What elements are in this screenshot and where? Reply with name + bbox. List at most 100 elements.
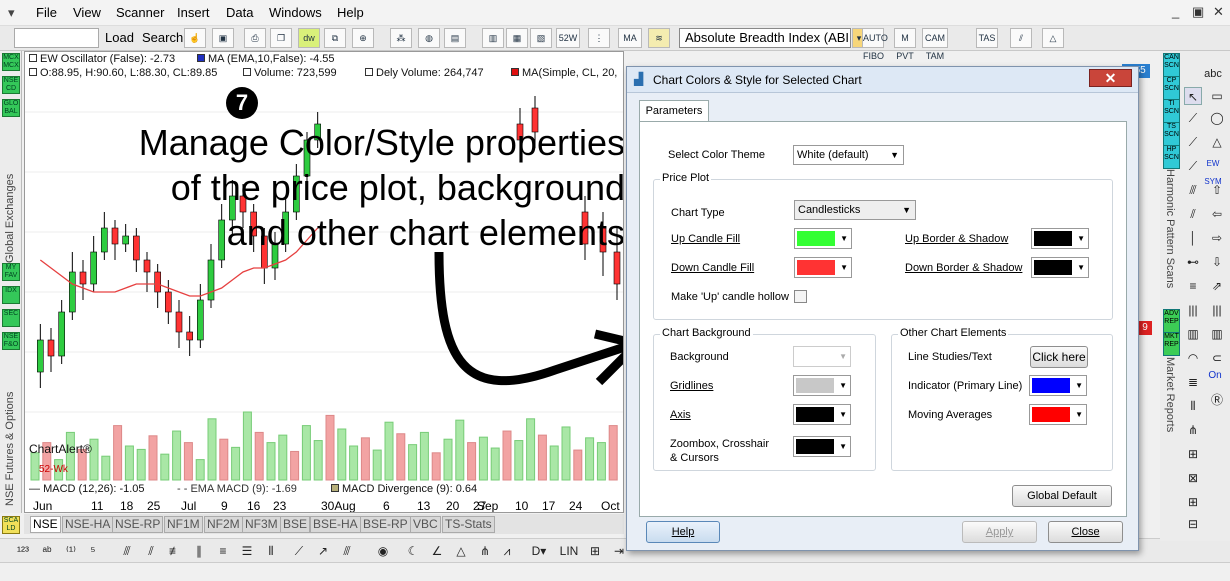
count-123-icon[interactable]: ¹²³: [14, 542, 32, 560]
ma-button[interactable]: MA: [618, 28, 642, 48]
pitchfork-icon[interactable]: ⫽: [1010, 28, 1032, 48]
menu-file[interactable]: File: [36, 5, 57, 20]
bars-2-icon[interactable]: |||: [1208, 301, 1226, 319]
zoombox-picker[interactable]: ▼: [793, 436, 851, 457]
menu-data[interactable]: Data: [226, 5, 253, 20]
lin-tool-icon[interactable]: LIN: [558, 542, 580, 560]
52wk-hilo-button[interactable]: 52W Hi/Lo: [556, 28, 580, 61]
gridlines-picker[interactable]: ▼: [793, 375, 851, 396]
tab-vbc[interactable]: VBC: [410, 516, 441, 533]
adv-rep-button[interactable]: ADV REP: [1163, 309, 1180, 333]
minimize-icon[interactable]: _: [1172, 4, 1179, 19]
auto-fibo-button[interactable]: AUTO FIBO: [862, 28, 888, 61]
arrow-down-icon[interactable]: ⇩: [1208, 253, 1226, 271]
grid-lines-icon[interactable]: ≡: [1184, 277, 1202, 295]
line-tool-icon[interactable]: ⟋: [290, 542, 308, 560]
horizontal-line-icon[interactable]: ⊷: [1184, 253, 1202, 271]
axis-picker[interactable]: ▼: [793, 404, 851, 425]
tas-button[interactable]: TAS: [976, 28, 998, 48]
down-border-picker[interactable]: ▼: [1031, 257, 1089, 278]
triangle-icon[interactable]: △: [452, 542, 470, 560]
scald-button[interactable]: SCA LD: [2, 516, 20, 534]
can-scn-button[interactable]: CAN SCN: [1163, 53, 1180, 77]
symbol-input[interactable]: [14, 28, 99, 48]
load-button[interactable]: Load: [105, 30, 134, 45]
ohlc-icon[interactable]: ▧: [530, 28, 552, 48]
theme-select[interactable]: White (default) ▼: [793, 145, 904, 165]
angle-icon[interactable]: ∠: [428, 542, 446, 560]
tab-nf3m[interactable]: NF3M: [242, 516, 281, 533]
ti-scn-button[interactable]: TI SCN: [1163, 99, 1180, 123]
dialog-close-icon[interactable]: ✕: [1089, 69, 1132, 87]
trendline-2-icon[interactable]: ⟋: [1184, 133, 1202, 151]
global-default-button[interactable]: Global Default: [1012, 485, 1112, 507]
fib-time-icon[interactable]: ⦀: [262, 542, 280, 560]
select-cursor-icon[interactable]: ↖: [1184, 87, 1202, 105]
trendline-3-icon[interactable]: ⟋: [1184, 157, 1202, 175]
my-fav-button[interactable]: MY FAV: [2, 263, 20, 281]
vertical-line-icon[interactable]: │: [1184, 229, 1202, 247]
dw-icon[interactable]: dw: [298, 28, 320, 48]
mcx-button[interactable]: MCX MCX: [2, 53, 20, 71]
abc-pattern-icon[interactable]: ⩘: [498, 542, 516, 560]
bars-3-icon[interactable]: ▥: [1184, 325, 1202, 343]
copy-icon[interactable]: ❐: [270, 28, 292, 48]
chart-add-icon[interactable]: ⧉: [324, 28, 346, 48]
channel-draw-icon[interactable]: ⫽: [1184, 205, 1202, 223]
indicator-line-picker[interactable]: ▼: [1029, 375, 1087, 396]
bars-icon[interactable]: |||: [1184, 301, 1202, 319]
moving-averages-picker[interactable]: ▼: [1029, 404, 1087, 425]
grid-draw-3-icon[interactable]: ⊞: [1184, 493, 1202, 511]
global-button[interactable]: GLO BAL: [2, 99, 20, 117]
save-icon[interactable]: ▣: [212, 28, 234, 48]
nse-fo-button[interactable]: NSE F&O: [2, 332, 20, 350]
bar-chart-icon[interactable]: ▥: [482, 28, 504, 48]
price-chart[interactable]: EW Oscillator (False): -2.73 MA (EMA,10,…: [24, 51, 624, 513]
menu-windows[interactable]: Windows: [269, 5, 322, 20]
tab-bse-rp[interactable]: BSE-RP: [360, 516, 411, 533]
rectangle-icon[interactable]: ▭: [1208, 87, 1226, 105]
triangle-draw-icon[interactable]: △: [1208, 133, 1226, 151]
pointer-tool-icon[interactable]: ☝: [184, 28, 206, 48]
record-icon[interactable]: ◉: [374, 542, 392, 560]
grid-draw-4-icon[interactable]: ⊟: [1184, 515, 1202, 533]
tab-parameters[interactable]: Parameters: [639, 100, 709, 122]
up-border-picker[interactable]: ▼: [1031, 228, 1089, 249]
wave-label-2-icon[interactable]: ⁵: [84, 542, 102, 560]
fib-retracement-icon[interactable]: ≡: [214, 542, 232, 560]
tab-bse-ha[interactable]: BSE-HA: [310, 516, 361, 533]
envelope-icon[interactable]: ≋: [648, 28, 670, 48]
menu-view[interactable]: View: [73, 5, 101, 20]
grid-tool-icon[interactable]: ⊞: [586, 542, 604, 560]
tab-nse-rp[interactable]: NSE-RP: [112, 516, 164, 533]
tab-ts-stats[interactable]: TS-Stats: [442, 516, 495, 533]
trendline-icon[interactable]: ⟋: [1184, 109, 1202, 127]
parallel-lines-icon[interactable]: ∥: [190, 542, 208, 560]
indicator-select[interactable]: Absolute Breadth Index (ABI: [679, 28, 851, 48]
fan-draw-icon[interactable]: ⫻: [1184, 181, 1202, 199]
sec-button[interactable]: SEC: [2, 309, 20, 327]
arrow-ne-icon[interactable]: ⇗: [1208, 277, 1226, 295]
text-tool-icon[interactable]: abc: [1204, 65, 1222, 83]
fib-time-2-icon[interactable]: ⦀: [1184, 397, 1202, 415]
cp-scn-button[interactable]: CP SCN: [1163, 76, 1180, 100]
hollow-checkbox[interactable]: [794, 290, 807, 303]
ts-scn-button[interactable]: TS SCN: [1163, 122, 1180, 146]
mkt-rep-button[interactable]: MKT REP: [1163, 332, 1180, 356]
idx-button[interactable]: IDX: [2, 286, 20, 304]
dialog-title-bar[interactable]: ▟ Chart Colors & Style for Selected Char…: [627, 67, 1138, 93]
pattern-icon[interactable]: ⁂: [390, 28, 412, 48]
grid-draw-icon[interactable]: ⊞: [1184, 445, 1202, 463]
pitchfork-2-icon[interactable]: ⋔: [476, 542, 494, 560]
grid-draw-2-icon[interactable]: ⊠: [1184, 469, 1202, 487]
arc-draw-icon[interactable]: ◠: [1184, 349, 1202, 367]
chart-type-select[interactable]: Candlesticks ▼: [794, 200, 916, 220]
triangle-tool-icon[interactable]: △: [1042, 28, 1064, 48]
menu-insert[interactable]: Insert: [177, 5, 210, 20]
folder-icon[interactable]: ▤: [444, 28, 466, 48]
zoom-icon[interactable]: ⊕: [352, 28, 374, 48]
close-button[interactable]: Close: [1048, 521, 1123, 543]
fork-draw-icon[interactable]: ⋔: [1184, 421, 1202, 439]
close-app-icon[interactable]: ✕: [1213, 4, 1224, 20]
menu-help[interactable]: Help: [337, 5, 364, 20]
